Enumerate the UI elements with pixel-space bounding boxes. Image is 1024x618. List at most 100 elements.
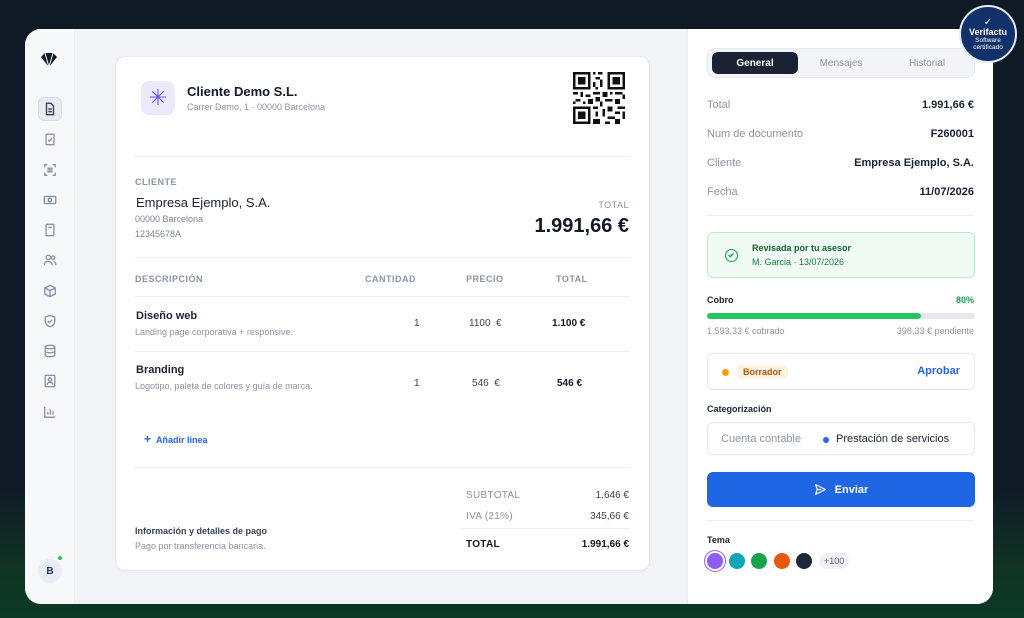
payment-info-title: Información y detalles de pago — [135, 526, 268, 536]
company-name: Cliente Demo S.L. — [187, 84, 298, 99]
send-icon — [814, 484, 826, 495]
line-item-name[interactable]: Branding — [136, 364, 184, 376]
app-window: B ✳ Cliente Demo S.L. Carrer Demo, 1 · 0… — [25, 29, 993, 604]
badge-line1: Software — [975, 36, 1001, 44]
sidebar-item-banking[interactable] — [38, 188, 62, 212]
theme-swatch-purple[interactable] — [707, 553, 723, 569]
line-item-price[interactable]: 1100 € — [469, 318, 502, 329]
invoice-total-amount: 1.991,66 € — [534, 215, 629, 237]
tab-general[interactable]: General — [712, 52, 798, 74]
tab-mensajes[interactable]: Mensajes — [798, 52, 884, 74]
column-header-quantity: CANTIDAD — [365, 274, 416, 284]
client-city: 00000 Barcelona — [135, 214, 204, 224]
company-address: Carrer Demo, 1 · 00000 Barcelona — [187, 102, 326, 112]
column-header-total: TOTAL — [556, 274, 588, 284]
divider — [135, 257, 630, 258]
divider — [461, 528, 630, 529]
collection-progress-fill — [707, 313, 922, 319]
theme-swatch-green[interactable] — [751, 553, 767, 569]
tab-historial[interactable]: Historial — [884, 52, 970, 74]
add-line-button[interactable]: + Añadir línea — [144, 432, 208, 446]
send-button[interactable]: Enviar — [707, 472, 975, 507]
sidebar-item-compliance[interactable] — [38, 309, 62, 333]
summary-total-value: 1.991,66 € — [581, 539, 629, 550]
users-icon — [43, 254, 57, 266]
check-circle-icon — [725, 249, 738, 262]
line-item-total: 546 € — [557, 378, 583, 389]
advisor-review-notice: Revisada por tu asesor M. Garcia · 13/07… — [707, 232, 975, 278]
category-selector[interactable]: Prestación de servicios — [836, 433, 949, 445]
invoice-total-label: TOTAL — [598, 200, 629, 210]
categorization-title: Categorización — [707, 404, 772, 414]
detail-label-date: Fecha — [707, 186, 738, 198]
theme-swatch-orange[interactable] — [774, 553, 790, 569]
divider — [135, 296, 630, 297]
banknote-icon — [43, 195, 57, 205]
detail-value-doc-number[interactable]: F260001 — [931, 128, 974, 140]
detail-value-total: 1.991,66 € — [922, 99, 974, 111]
badge-line2: certificado — [973, 43, 1003, 51]
column-header-description: DESCRIPCIÓN — [135, 274, 204, 284]
review-subtitle: M. Garcia · 13/07/2026 — [752, 257, 845, 267]
clipboard-check-icon — [45, 133, 55, 146]
line-item-total: 1.100 € — [552, 318, 586, 329]
database-icon — [44, 344, 56, 358]
shield-check-icon — [44, 314, 56, 328]
theme-title: Tema — [707, 535, 730, 545]
line-item-price[interactable]: 546 € — [472, 378, 500, 389]
line-item-quantity[interactable]: 1 — [414, 378, 420, 389]
theme-swatch-navy[interactable] — [796, 553, 812, 569]
column-header-price: PRECIO — [466, 274, 504, 284]
contact-card-icon — [44, 374, 56, 388]
checkmark-icon: ✓ — [983, 16, 993, 28]
theme-swatch-teal[interactable] — [729, 553, 745, 569]
sidebar-item-contacts[interactable] — [38, 248, 62, 272]
bar-chart-icon — [44, 406, 56, 418]
detail-value-client[interactable]: Empresa Ejemplo, S.A. — [854, 157, 974, 169]
sidebar-item-taxes[interactable] — [38, 218, 62, 242]
status-badge: Borrador — [737, 365, 788, 379]
divider — [135, 351, 630, 352]
collection-label: Cobro — [707, 295, 734, 305]
detail-label-doc-number: Num de documento — [707, 128, 803, 140]
line-item-description[interactable]: Logotipo, paleta de colores y guía de ma… — [135, 379, 320, 393]
panel-tabs: General Mensajes Historial — [707, 48, 975, 78]
divider — [135, 467, 630, 468]
company-logo-icon: ✳ — [141, 81, 175, 115]
account-selector[interactable]: Cuenta contable — [721, 433, 801, 445]
status-box: Borrador Aprobar — [707, 353, 975, 390]
calculator-icon — [45, 223, 55, 237]
online-status-dot — [57, 555, 63, 561]
user-avatar[interactable]: B — [38, 559, 62, 583]
pending-amount: 398,33 € pendiente — [896, 326, 974, 336]
invoice-document: ✳ Cliente Demo S.L. Carrer Demo, 1 · 000… — [115, 56, 650, 571]
qr-code-icon — [573, 72, 625, 124]
payment-info-description[interactable]: Pago por transferencia bancaria. — [135, 541, 266, 551]
sidebar-item-products[interactable] — [38, 279, 62, 303]
collected-amount: 1.593,33 € cobrado — [707, 326, 785, 336]
subtotal-label: SUBTOTAL — [466, 490, 521, 501]
detail-label-client: Cliente — [707, 157, 742, 169]
iva-value: 345,66 € — [590, 511, 629, 522]
line-item-description[interactable]: Landing page corporativa + responsive. — [135, 325, 320, 339]
sidebar-item-documents[interactable] — [38, 97, 62, 121]
client-section-label: CLIENTE — [135, 177, 178, 187]
sidebar: B — [25, 29, 75, 604]
collection-percent: 80% — [955, 295, 974, 305]
iva-label: IVA (21%) — [466, 511, 513, 522]
box-icon — [44, 284, 56, 298]
approve-button[interactable]: Aprobar — [917, 365, 960, 377]
sidebar-item-employees[interactable] — [38, 369, 62, 393]
categorization-field[interactable]: Cuenta contable Prestación de servicios — [707, 422, 975, 455]
line-item-quantity[interactable]: 1 — [414, 318, 420, 329]
sidebar-item-tasks[interactable] — [38, 127, 62, 151]
sidebar-item-scan[interactable] — [38, 158, 62, 182]
more-themes-button[interactable]: +100 — [819, 553, 850, 569]
sidebar-item-reports[interactable] — [38, 400, 62, 424]
line-item-name[interactable]: Diseño web — [136, 310, 197, 322]
subtotal-value: 1.646 € — [595, 490, 629, 501]
sidebar-item-database[interactable] — [38, 339, 62, 363]
detail-label-total: Total — [707, 99, 731, 111]
detail-value-date[interactable]: 11/07/2026 — [920, 186, 974, 198]
add-line-label: Añadir línea — [156, 435, 208, 445]
